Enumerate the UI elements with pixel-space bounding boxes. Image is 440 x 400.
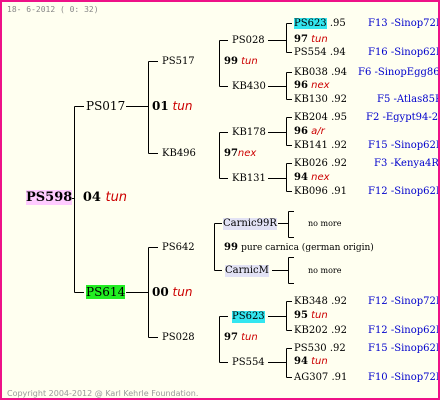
link-gen3-b <box>268 72 292 100</box>
gen4-item[interactable]: KB204 .95 <box>294 112 347 124</box>
gen4-origin: F3 -Kenya4R <box>374 158 439 169</box>
gen1-dam-node[interactable]: PS614 <box>86 285 126 299</box>
gen2-ps517-id[interactable]: PS517 <box>162 56 195 68</box>
gen4-item[interactable]: KB026 .92 <box>294 158 347 170</box>
link-gen3-e <box>278 211 294 238</box>
pedigree-frame: 18- 6-2012 ( 0: 32) Copyright 2004-2012 … <box>0 0 440 400</box>
gen4-origin: F12 -Sinop62R <box>368 186 440 197</box>
gen3-kb131-year: 94 nex <box>294 172 330 183</box>
gen3-ps554-year: 94 tun <box>294 356 328 367</box>
gen3-carnic99r-note: no more <box>308 219 342 228</box>
gen4-item[interactable]: PS530 .92 <box>294 343 346 355</box>
gen4-origin: F13 -Sinop72R <box>368 18 440 29</box>
link-gen3-a <box>268 23 292 53</box>
gen4-origin: F15 -Sinop62R <box>368 343 440 354</box>
link-ps642 <box>214 223 222 271</box>
gen1-sire-id: PS017 <box>86 99 126 113</box>
gen4-item[interactable]: KB141 .92 <box>294 140 347 152</box>
gen4-item[interactable]: KB202 .92 <box>294 325 347 337</box>
gen4-origin: F12 -Sinop72R <box>368 296 440 307</box>
gen2-ps028-year: 97 tun <box>224 332 258 343</box>
gen3-kb430-id[interactable]: KB430 <box>232 81 266 93</box>
gen4-item[interactable]: KB038 .94 <box>294 67 347 79</box>
gen3-kb430-year: 96 nex <box>294 80 330 91</box>
gen3-ps028a-year: 97 tun <box>294 34 328 45</box>
gen2-ps028-id[interactable]: PS028 <box>162 332 195 344</box>
root-node[interactable]: PS598 04 tun <box>26 190 128 205</box>
link-gen3-d <box>268 163 292 192</box>
link-gen3-h <box>268 348 292 378</box>
gen4-origin: F16 -Sinop62R <box>368 47 440 58</box>
gen3-kb178-year: 96 a/r <box>294 126 325 137</box>
gen4-item[interactable]: PS554 .94 <box>294 47 346 59</box>
gen2-ps517-year: 99 tun <box>224 56 258 67</box>
gen3-ps028a-id[interactable]: PS028 <box>232 35 265 47</box>
gen3-ps554-id[interactable]: PS554 <box>232 357 265 369</box>
gen1-dam-id: PS614 <box>86 285 126 299</box>
gen1-sire-year: 01 tun <box>152 99 193 113</box>
link-gen3-c <box>268 117 292 146</box>
gen3-carnicm-note: no more <box>308 266 342 275</box>
gen3-carnicm-id[interactable]: CarnicM <box>225 265 269 277</box>
gen3-kb131-id[interactable]: KB131 <box>232 173 266 185</box>
gen4-origin: F6 -SinopEgg86R <box>358 67 440 78</box>
gen4-item[interactable]: AG307 .91 <box>294 372 347 384</box>
gen4-item[interactable]: KB096 .91 <box>294 186 347 198</box>
gen4-origin: F2 -Egypt94-2R <box>366 112 440 123</box>
gen4-item[interactable]: KB348 .92 <box>294 296 347 308</box>
gen1-sire-node[interactable]: PS017 <box>86 100 125 112</box>
link-gen3-f <box>272 257 294 284</box>
gen3-ps623-id[interactable]: PS623 <box>232 311 265 323</box>
root-note: tun <box>105 190 128 205</box>
gen3-kb178-id[interactable]: KB178 <box>232 127 266 139</box>
gen4-origin: F15 -Sinop62R <box>368 140 440 151</box>
gen4-item[interactable]: KB130 .92 <box>294 94 347 106</box>
root-year: 04 <box>82 190 101 205</box>
gen4-origin: F12 -Sinop62R <box>368 325 440 336</box>
gen2-kb496-year: 97nex <box>224 148 257 159</box>
copyright: Copyright 2004-2012 @ Karl Kehrle Founda… <box>7 389 199 398</box>
gen2-ps642-id[interactable]: PS642 <box>162 242 195 254</box>
print-date: 18- 6-2012 ( 0: 32) <box>7 5 99 14</box>
gen4-item[interactable]: PS623 .95 <box>294 18 346 30</box>
gen2-ps642-year: 99 pure carnica (german origin) <box>224 242 374 253</box>
gen4-origin: F10 -Sinop72R <box>368 372 440 383</box>
gen2-kb496-id[interactable]: KB496 <box>162 148 196 160</box>
gen1-dam-year: 00 tun <box>152 285 193 299</box>
root-id: PS598 <box>26 190 73 205</box>
gen3-ps623-year: 95 tun <box>294 310 328 321</box>
gen4-origin: F5 -Atlas85R <box>377 94 440 105</box>
link-gen3-g <box>268 301 292 331</box>
gen3-carnic99r-id[interactable]: Carnic99R <box>223 218 277 230</box>
